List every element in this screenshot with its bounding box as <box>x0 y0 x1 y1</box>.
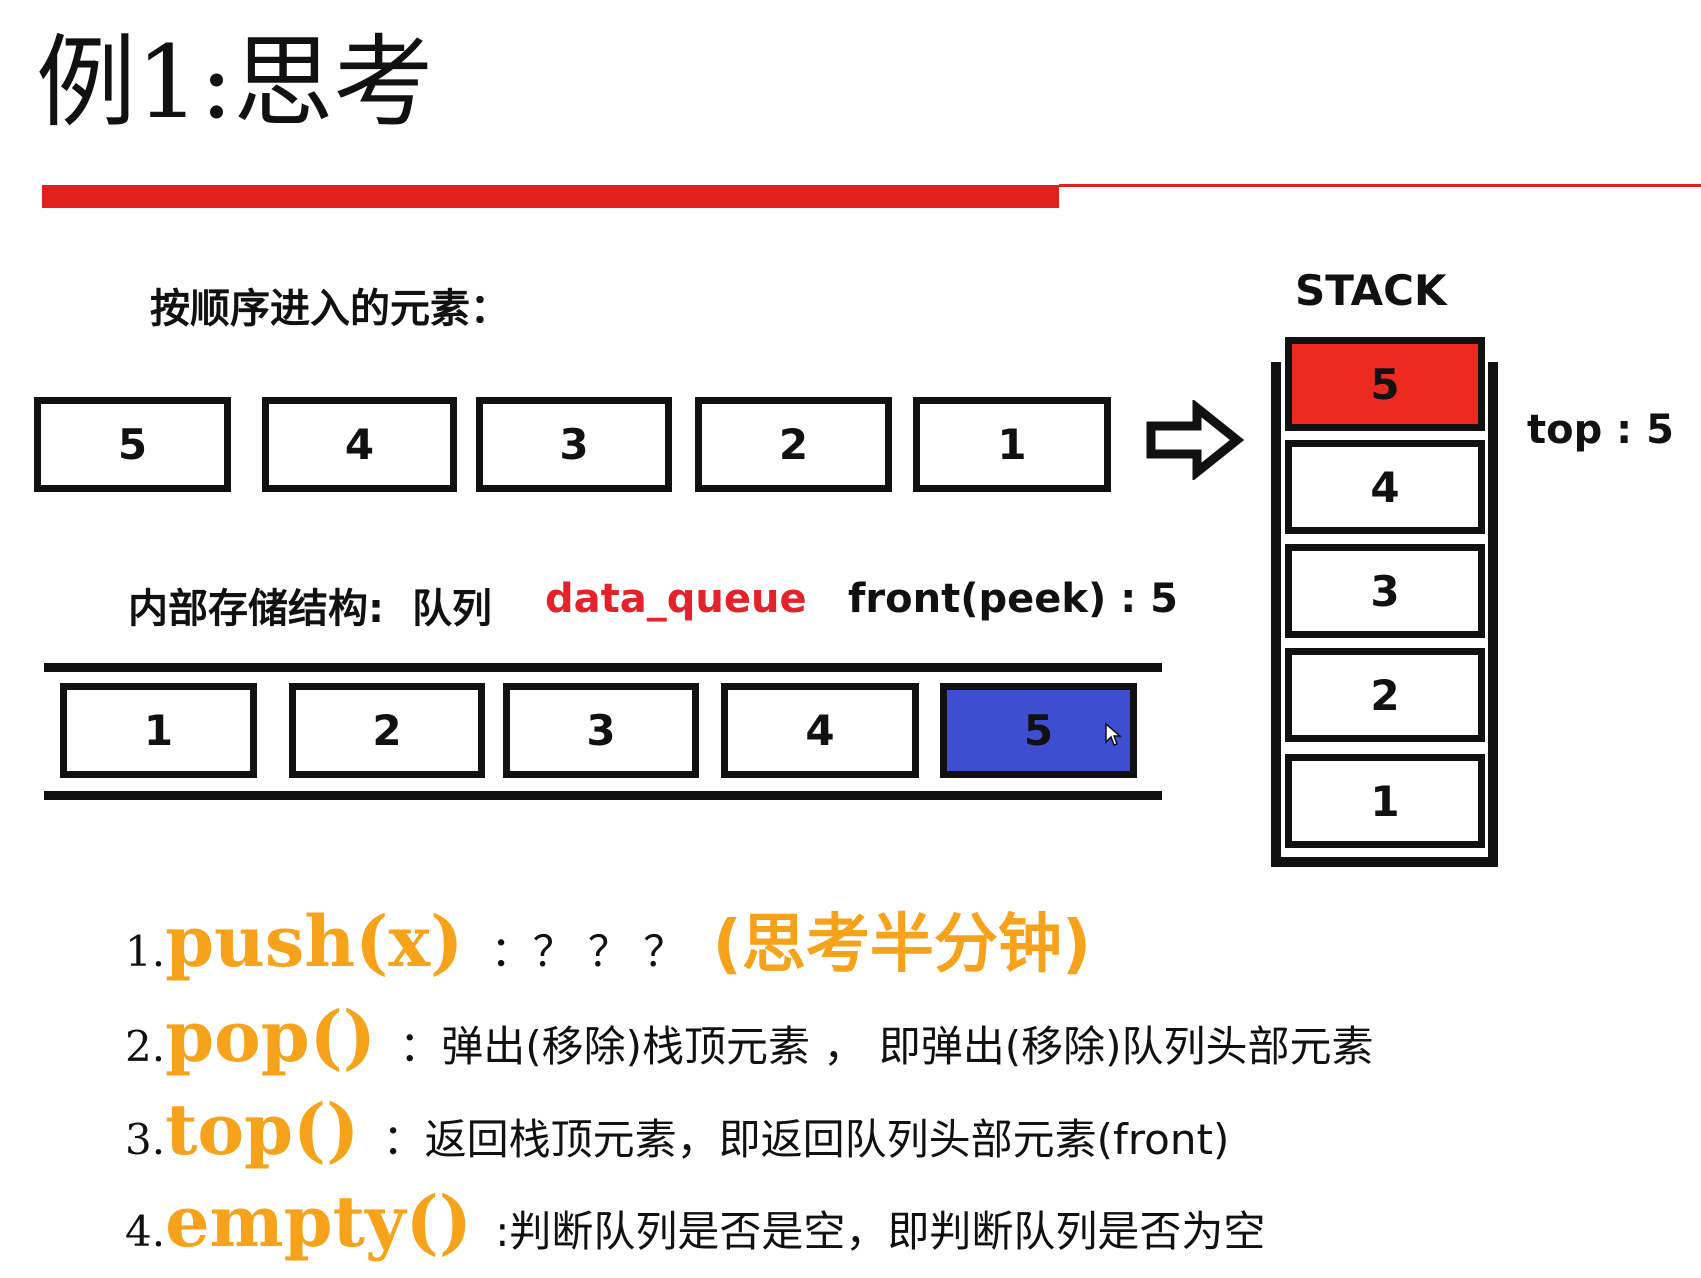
input-sequence-label: 按顺序进入的元素： <box>150 286 510 332</box>
queue-item: 1 <box>60 683 257 778</box>
stack-item: 3 <box>1285 544 1485 638</box>
operation-function: push(x) <box>165 900 464 983</box>
stack-item: 4 <box>1285 440 1485 534</box>
stack-item-top: 5 <box>1285 337 1485 431</box>
queue-front-label: front(peek) : 5 <box>848 576 1178 622</box>
page-title: 例1:思考 <box>36 24 434 141</box>
operation-desc: ：弹出(移除)栈顶元素 ， 即弹出(移除)队列头部元素 <box>399 1022 1374 1071</box>
stack-item: 1 <box>1285 754 1485 848</box>
queue-bottom-rail <box>44 791 1162 800</box>
title-underline-thick <box>42 185 1059 208</box>
operation-desc: ：？ ？ ？ <box>490 927 686 976</box>
operation-function: top() <box>165 1088 360 1171</box>
queue-item: 2 <box>289 683 485 778</box>
operation-desc: :判断队列是否是空，即判断队列是否为空 <box>495 1207 1266 1256</box>
operation-function: pop() <box>165 995 376 1078</box>
right-arrow-icon <box>1146 400 1245 480</box>
operation-number: 4. <box>125 1207 166 1256</box>
queue-name: data_queue <box>545 576 807 622</box>
input-box: 1 <box>913 397 1111 492</box>
operation-function: empty() <box>165 1180 472 1263</box>
input-box: 2 <box>695 397 892 492</box>
stack-bottom-wall <box>1271 857 1498 867</box>
operation-desc: ：返回栈顶元素，即返回队列头部元素(front) <box>382 1115 1230 1164</box>
queue-top-rail <box>44 663 1162 672</box>
operation-push: 1.push(x) ：？ ？ ？ (思考半分钟) <box>125 893 1091 985</box>
input-box: 3 <box>476 397 672 492</box>
operation-pop: 2.pop() ：弹出(移除)栈顶元素 ， 即弹出(移除)队列头部元素 <box>125 995 1374 1078</box>
internal-structure-text: 内部存储结构: <box>128 586 384 632</box>
operation-number: 2. <box>125 1022 166 1071</box>
stack-right-wall <box>1488 362 1498 867</box>
operation-top: 3.top() ：返回栈顶元素，即返回队列头部元素(front) <box>125 1088 1229 1171</box>
operation-number: 3. <box>125 1115 166 1164</box>
stack-top-label: top : 5 <box>1527 407 1674 453</box>
operation-number: 1. <box>125 927 166 976</box>
stack-left-wall <box>1271 362 1281 867</box>
input-box: 4 <box>262 397 457 492</box>
title-underline-thin <box>1059 184 1701 187</box>
mouse-cursor-icon <box>1105 722 1122 746</box>
stack-item: 2 <box>1285 648 1485 742</box>
stack-title: STACK <box>1295 266 1447 315</box>
operation-empty: 4.empty() :判断队列是否是空，即判断队列是否为空 <box>125 1180 1265 1263</box>
input-box: 5 <box>34 397 231 492</box>
internal-structure-kind: 队列 <box>411 586 492 632</box>
queue-item: 4 <box>721 683 919 778</box>
operation-hint: (思考半分钟) <box>712 908 1092 982</box>
queue-item: 3 <box>503 683 699 778</box>
internal-structure-label: 内部存储结构: 队列 <box>128 576 492 634</box>
